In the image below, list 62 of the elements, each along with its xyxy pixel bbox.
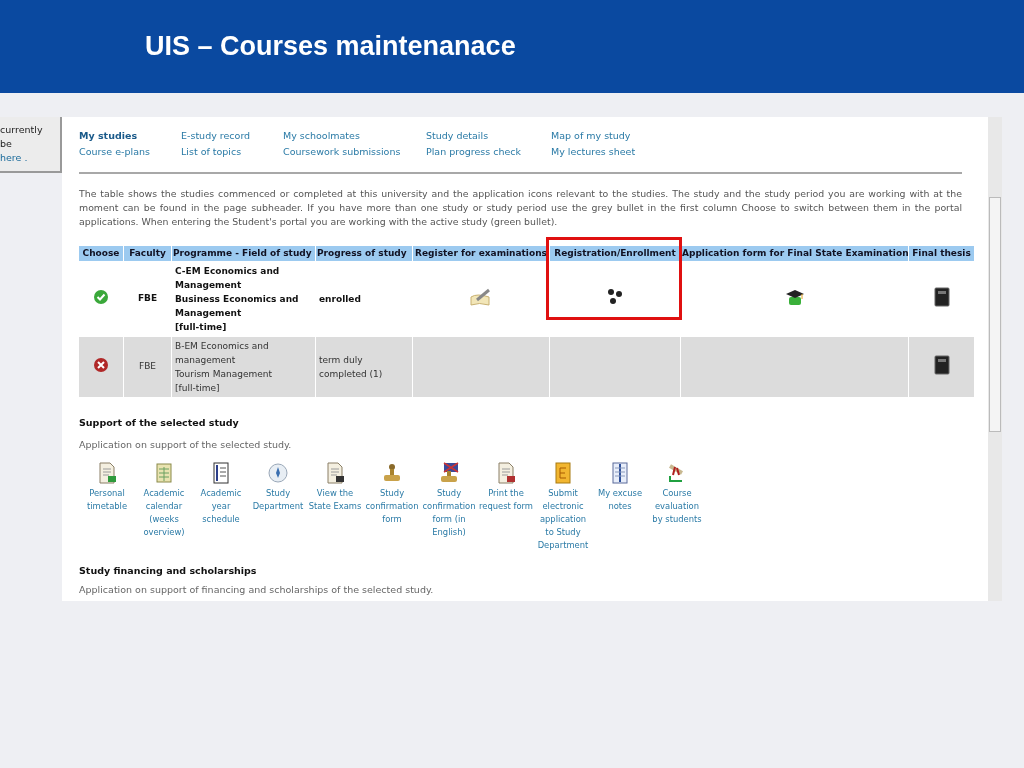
column-header: Progress of study — [316, 245, 412, 261]
column-header: Registration/Enrollment — [550, 245, 680, 261]
nav-link[interactable]: My lectures sheet — [551, 145, 661, 160]
slide-title: UIS – Courses maintenanace — [145, 30, 516, 64]
cross-icon[interactable] — [93, 356, 109, 373]
pen-paper-icon[interactable] — [469, 286, 493, 307]
section-description: Application on support of the selected study. — [79, 438, 293, 453]
stamp-icon[interactable] — [381, 461, 403, 484]
column-header: Choose — [79, 245, 123, 261]
support-link[interactable]: Print the request form — [478, 486, 534, 513]
support-link[interactable]: Study Department — [250, 486, 306, 513]
nav-link[interactable]: E-study record — [181, 129, 283, 144]
nav-link[interactable]: Course e-plans — [79, 145, 181, 160]
table-cell-text: FBE — [137, 360, 157, 374]
nav-link[interactable]: List of topics — [181, 145, 283, 160]
nav-link[interactable]: Map of my study — [551, 129, 661, 144]
scrollbar[interactable] — [988, 117, 1002, 601]
check-icon[interactable] — [93, 288, 109, 305]
here-link[interactable]: here . — [0, 151, 28, 166]
support-link[interactable]: Course evaluation by students — [649, 486, 705, 526]
column-header: Register for examinations — [413, 245, 549, 261]
support-link[interactable]: Personal timetable — [79, 486, 135, 513]
document-icon[interactable] — [496, 461, 516, 484]
table-cell-text: FBE — [136, 292, 159, 306]
schedule-icon[interactable] — [212, 461, 230, 484]
column-header: Application form for Final State Examination — [681, 245, 908, 261]
intro-text: The table shows the studies commenced or completed at this university and the application icons relevant to the studies. The study and the study period you are working with at the moment can be found in the page subheader. If you have more than one study or study period use the grey bullet in the first column Choose to switch between them in the portal applications. When entering the Student's portal you are working with the active study (green bullet). — [79, 186, 962, 229]
programme-text: B-EM Economics and management — [175, 340, 270, 367]
support-link[interactable]: Academic year schedule — [193, 486, 249, 526]
programme-text: [full-time] — [175, 382, 221, 395]
notes-icon[interactable] — [611, 461, 629, 484]
form-icon[interactable] — [554, 461, 572, 484]
programme-text: C-EM Economics and Management — [175, 265, 281, 292]
support-link[interactable]: Submit electronic application to Study Department — [535, 486, 591, 552]
column-header: Faculty — [124, 245, 171, 261]
support-link[interactable]: Study confirmation form — [364, 486, 420, 526]
support-link[interactable]: Academic calendar (weeks overview) — [136, 486, 192, 539]
stamp-icon[interactable] — [438, 461, 460, 484]
nav-link[interactable]: Coursework submissions — [283, 145, 426, 160]
paw-prints-icon[interactable] — [605, 286, 625, 307]
book-icon[interactable] — [933, 286, 950, 307]
book-icon[interactable] — [933, 354, 950, 375]
programme-text: Business Economics and Management — [175, 293, 300, 320]
section-heading: Support of the selected study — [79, 416, 240, 430]
nav-link[interactable]: Study details — [426, 129, 551, 144]
programme-text: Tourism Management — [175, 368, 273, 381]
section-description: Application on support of financing and scholarships of the selected study. — [79, 582, 435, 597]
nav-link[interactable]: My studies — [79, 129, 181, 144]
support-link[interactable]: View the State Exams — [307, 486, 363, 513]
column-header: Final thesis — [909, 245, 974, 261]
table-cell-text: term duly completed (1) — [318, 354, 384, 381]
column-header: Programme - Field of study — [172, 245, 315, 261]
compass-icon[interactable] — [267, 461, 289, 484]
document-icon[interactable] — [325, 461, 345, 484]
support-link[interactable]: My excuse notes — [592, 486, 648, 513]
section-heading: Study financing and scholarships — [79, 563, 258, 578]
programme-text: [full-time] — [175, 321, 228, 334]
support-link[interactable]: Study confirmation form (in English) — [421, 486, 477, 539]
table-cell-text: enrolled — [318, 293, 362, 306]
side-tab-text: currently be — [0, 122, 44, 151]
nav-link[interactable]: Plan progress check — [426, 145, 551, 160]
nav-link[interactable]: My schoolmates — [283, 129, 426, 144]
